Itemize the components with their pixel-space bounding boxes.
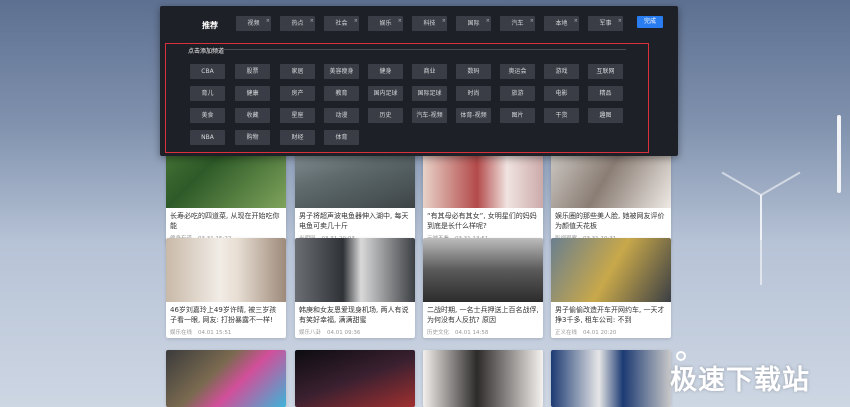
add-channel-chip[interactable]: 互联网 bbox=[588, 64, 623, 79]
scrollbar-thumb[interactable] bbox=[837, 115, 841, 193]
site-watermark: 极速下载站 bbox=[670, 365, 810, 396]
news-thumbnail bbox=[423, 238, 543, 302]
add-channel-chip[interactable]: 国内足球 bbox=[368, 86, 403, 101]
news-thumbnail bbox=[423, 350, 543, 407]
news-meta: 历史文化 04.01 14:58 bbox=[427, 330, 489, 336]
my-channel-chip[interactable]: 热点 × bbox=[280, 16, 315, 31]
done-button[interactable]: 完成 bbox=[637, 16, 663, 28]
add-channel-chip[interactable]: 健康 bbox=[235, 86, 270, 101]
news-title[interactable]: 娱乐圈的那些美人脸, 她被网友评价为颜值天花板 bbox=[551, 208, 671, 232]
add-channel-chip[interactable]: NBA bbox=[190, 130, 225, 145]
news-card[interactable]: 男子偷偷改造开车开网约车, 一天才挣3千多, 租车公司: 不到 正义在线 04.0… bbox=[551, 238, 671, 338]
my-channel-chip[interactable]: 汽车 × bbox=[500, 16, 535, 31]
add-channel-chip[interactable]: 育儿 bbox=[190, 86, 225, 101]
news-title[interactable]: 长寿必吃的四道菜, 从现在开始吃你能 bbox=[166, 208, 286, 232]
news-title[interactable]: 韩庚和女友恩爱现身机场, 两人有说有笑好幸福, 满满甜蜜 bbox=[295, 302, 415, 326]
add-channel-chip[interactable]: 星座 bbox=[280, 108, 315, 123]
news-thumbnail bbox=[166, 238, 286, 302]
add-channel-chip[interactable]: 教育 bbox=[324, 86, 359, 101]
add-channel-chip[interactable]: 游戏 bbox=[544, 64, 579, 79]
news-card[interactable] bbox=[423, 350, 543, 407]
add-channel-chip[interactable]: 房产 bbox=[280, 86, 315, 101]
add-channel-chip[interactable]: 精品 bbox=[588, 86, 623, 101]
my-channel-chip[interactable]: 军事 × bbox=[588, 16, 623, 31]
remove-icon[interactable]: × bbox=[530, 16, 534, 29]
add-channel-chip[interactable]: 购物 bbox=[235, 130, 270, 145]
remove-icon[interactable]: × bbox=[354, 16, 358, 29]
scrollbar[interactable] bbox=[835, 0, 843, 407]
my-channel-chip[interactable]: 视频 × bbox=[236, 16, 271, 31]
add-channel-chip[interactable]: 动漫 bbox=[324, 108, 359, 123]
news-card[interactable]: 韩庚和女友恩爱现身机场, 两人有说有笑好幸福, 满满甜蜜 娱乐八卦 04.01 0… bbox=[295, 238, 415, 338]
remove-icon[interactable]: × bbox=[574, 16, 578, 29]
my-channel-chip[interactable]: 科技 × bbox=[412, 16, 447, 31]
add-channel-chip[interactable]: 国际足球 bbox=[412, 86, 447, 101]
add-channel-chip[interactable]: 图片 bbox=[500, 108, 535, 123]
add-channel-chip[interactable]: 美食 bbox=[190, 108, 225, 123]
add-channel-chip[interactable]: CBA bbox=[190, 64, 225, 79]
add-channel-chip[interactable]: 时尚 bbox=[456, 86, 491, 101]
add-channel-chip[interactable]: 趣图 bbox=[588, 108, 623, 123]
remove-icon[interactable]: × bbox=[618, 16, 622, 29]
news-card[interactable]: 二战时期, 一名士兵押送上百名战俘, 为何没有人反抗? 原因 历史文化 04.01… bbox=[423, 238, 543, 338]
news-thumbnail bbox=[551, 238, 671, 302]
news-card[interactable] bbox=[295, 350, 415, 407]
add-channel-chip[interactable]: 电影 bbox=[544, 86, 579, 101]
channel-edit-panel: 推荐 视频 × 热点 × 社会 × 娱乐 × 科技 × 国际 × 汽车 × 本地 × 军事 × 完… bbox=[160, 6, 678, 156]
my-channel-chip[interactable]: 娱乐 × bbox=[368, 16, 403, 31]
add-channel-hint: 点击添加频道 bbox=[188, 48, 225, 55]
news-thumbnail bbox=[295, 238, 415, 302]
add-channel-chip[interactable]: 家居 bbox=[280, 64, 315, 79]
add-channel-chip[interactable]: 体育-视频 bbox=[456, 108, 491, 123]
news-title[interactable]: “有其母必有其女”, 女明星们的妈妈到底是长什么样呢? bbox=[423, 208, 543, 232]
news-card[interactable] bbox=[551, 350, 671, 407]
my-channel-chip[interactable]: 社会 × bbox=[324, 16, 359, 31]
news-title[interactable]: 男子将超声波电鱼器伸入湖中, 每天电鱼可卖几十斤 bbox=[295, 208, 415, 232]
remove-icon[interactable]: × bbox=[398, 16, 402, 29]
add-channel-chip[interactable]: 健身 bbox=[368, 64, 403, 79]
news-thumbnail bbox=[551, 350, 671, 407]
news-meta: 正义在线 04.01 20:20 bbox=[555, 330, 617, 336]
add-channel-chip[interactable]: 财经 bbox=[280, 130, 315, 145]
add-channel-chip[interactable]: 数码 bbox=[456, 64, 491, 79]
add-channel-chip[interactable]: 汽车-视频 bbox=[412, 108, 447, 123]
add-channel-chip[interactable]: 历史 bbox=[368, 108, 403, 123]
remove-icon[interactable]: × bbox=[266, 16, 270, 29]
add-channel-chip[interactable]: 收藏 bbox=[235, 108, 270, 123]
news-title[interactable]: 二战时期, 一名士兵押送上百名战俘, 为何没有人反抗? 原因 bbox=[423, 302, 543, 326]
news-thumbnail bbox=[295, 350, 415, 407]
remove-icon[interactable]: × bbox=[442, 16, 446, 29]
add-channel-chip[interactable]: 股票 bbox=[235, 64, 270, 79]
news-meta: 娱乐在线 04.01 15:51 bbox=[170, 330, 232, 336]
add-channel-chip[interactable]: 干货 bbox=[544, 108, 579, 123]
news-title[interactable]: 46岁刘嘉玲上49岁许晴, 被三岁孩子看一眼, 网友: 打扮暴露不一样! bbox=[166, 302, 286, 326]
add-channel-chip[interactable]: 体育 bbox=[324, 130, 359, 145]
remove-icon[interactable]: × bbox=[310, 16, 314, 29]
news-title[interactable]: 男子偷偷改造开车开网约车, 一天才挣3千多, 租车公司: 不到 bbox=[551, 302, 671, 326]
add-channel-chip[interactable]: 奥运会 bbox=[500, 64, 535, 79]
remove-icon[interactable]: × bbox=[486, 16, 490, 29]
add-channel-chip[interactable]: 旅游 bbox=[500, 86, 535, 101]
recommend-label: 推荐 bbox=[202, 21, 218, 30]
news-card[interactable]: 46岁刘嘉玲上49岁许晴, 被三岁孩子看一眼, 网友: 打扮暴露不一样! 娱乐在… bbox=[166, 238, 286, 338]
news-meta: 娱乐八卦 04.01 09:36 bbox=[299, 330, 361, 336]
news-card[interactable] bbox=[166, 350, 286, 407]
my-channel-chip[interactable]: 本地 × bbox=[544, 16, 579, 31]
add-channel-chip[interactable]: 美容瘦身 bbox=[324, 64, 359, 79]
add-channel-chip[interactable]: 商业 bbox=[412, 64, 447, 79]
divider bbox=[222, 49, 626, 50]
news-thumbnail bbox=[166, 350, 286, 407]
my-channel-chip[interactable]: 国际 × bbox=[456, 16, 491, 31]
